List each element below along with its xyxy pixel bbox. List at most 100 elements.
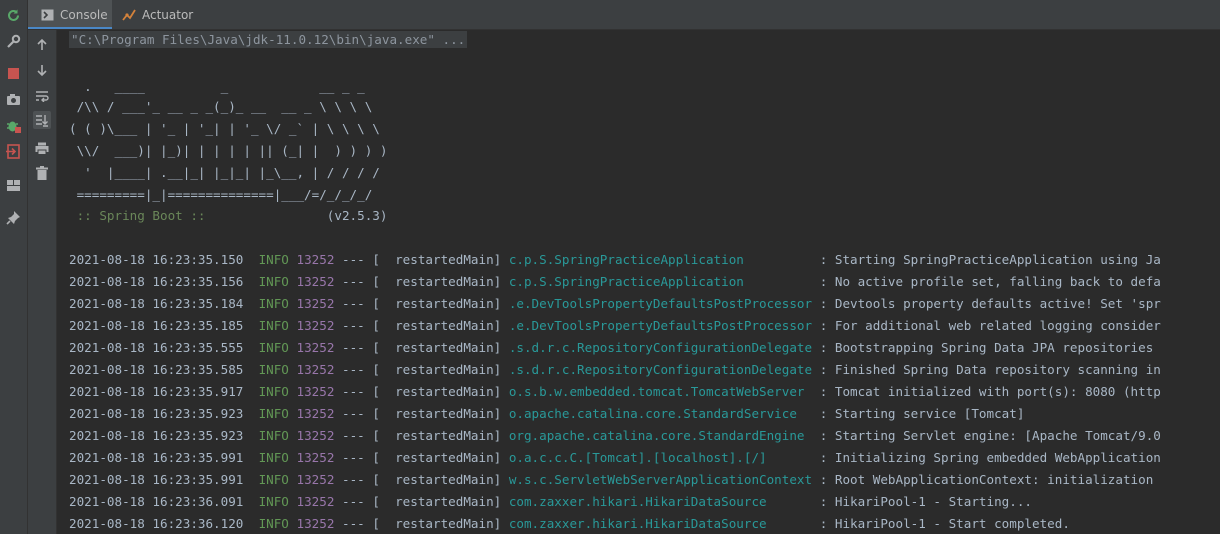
banner-line: ' |____| .__|_| |_|_| |_\__, | / / / / <box>69 165 380 180</box>
log-logger: com.zaxxer.hikari.HikariDataSource <box>508 494 813 509</box>
log-message: : Root WebApplicationContext: initializa… <box>812 472 1161 487</box>
log-level: INFO <box>258 318 289 333</box>
tool-window-tab-bar: Console Actuator <box>28 0 1220 30</box>
trash-icon[interactable] <box>33 164 51 182</box>
log-line: 2021-08-18 16:23:36.120 INFO 13252 --- [… <box>69 515 1070 533</box>
spring-boot-version: (v2.5.3) <box>213 208 388 223</box>
log-logger: c.p.S.SpringPracticeApplication <box>508 252 813 267</box>
log-logger: w.s.c.ServletWebServerApplicationContext <box>508 472 813 487</box>
banner-line: \\/ ___)| |_)| | | | | || (_| | ) ) ) ) <box>69 143 388 158</box>
scroll-to-end-icon[interactable] <box>33 111 51 129</box>
log-level: INFO <box>258 340 289 355</box>
log-pid: 13252 <box>296 472 335 487</box>
log-thread: --- [ restartedMain] <box>334 318 509 333</box>
log-thread: --- [ restartedMain] <box>334 450 509 465</box>
log-thread: --- [ restartedMain] <box>334 252 509 267</box>
camera-snapshot-icon[interactable] <box>5 91 22 108</box>
console-side-actions <box>28 30 57 534</box>
log-message: : Starting SpringPracticeApplication usi… <box>812 252 1161 267</box>
log-timestamp: 2021-08-18 16:23:35.585 <box>69 362 244 377</box>
debug-bug-icon[interactable] <box>5 117 22 134</box>
log-level: INFO <box>258 406 289 421</box>
log-thread: --- [ restartedMain] <box>334 406 509 421</box>
log-message: : Starting service [Tomcat] <box>812 406 1025 421</box>
log-message: : HikariPool-1 - Starting... <box>812 494 1032 509</box>
log-line: 2021-08-18 16:23:35.185 INFO 13252 --- [… <box>69 317 1161 335</box>
log-pid: 13252 <box>296 384 335 399</box>
log-thread: --- [ restartedMain] <box>334 274 509 289</box>
log-thread: --- [ restartedMain] <box>334 472 509 487</box>
tab-actuator-label: Actuator <box>142 7 194 22</box>
left-toolbar <box>0 0 28 534</box>
banner-line: ( ( )\___ | '_ | '_| | '_ \/ _` | \ \ \ … <box>69 121 380 136</box>
log-pid: 13252 <box>296 318 335 333</box>
log-timestamp: 2021-08-18 16:23:35.917 <box>69 384 244 399</box>
log-message: : For additional web related logging con… <box>812 318 1161 333</box>
tab-console-label: Console <box>60 7 108 22</box>
banner-line: . ____ _ __ _ _ <box>69 79 365 94</box>
soft-wrap-icon[interactable] <box>33 87 51 105</box>
log-line: 2021-08-18 16:23:35.917 INFO 13252 --- [… <box>69 383 1161 401</box>
log-pid: 13252 <box>296 516 335 531</box>
log-pid: 13252 <box>296 252 335 267</box>
settings-wrench-icon[interactable] <box>5 33 22 50</box>
log-line: 2021-08-18 16:23:36.091 INFO 13252 --- [… <box>69 493 1032 511</box>
spring-boot-version-line: :: Spring Boot :: (v2.5.3) <box>69 207 388 225</box>
log-timestamp: 2021-08-18 16:23:36.120 <box>69 516 244 531</box>
log-message: : Devtools property defaults active! Set… <box>812 296 1161 311</box>
log-level: INFO <box>258 384 289 399</box>
log-level: INFO <box>258 494 289 509</box>
log-line: 2021-08-18 16:23:35.585 INFO 13252 --- [… <box>69 361 1161 379</box>
log-logger: org.apache.catalina.core.StandardEngine <box>508 428 813 443</box>
log-line: 2021-08-18 16:23:35.923 INFO 13252 --- [… <box>69 427 1161 445</box>
log-timestamp: 2021-08-18 16:23:35.923 <box>69 406 244 421</box>
log-level: INFO <box>258 362 289 377</box>
log-line: 2021-08-18 16:23:35.991 INFO 13252 --- [… <box>69 449 1161 467</box>
log-thread: --- [ restartedMain] <box>334 384 509 399</box>
run-command-line: "C:\Program Files\Java\jdk-11.0.12\bin\j… <box>69 31 468 49</box>
console-icon <box>40 8 54 22</box>
log-thread: --- [ restartedMain] <box>334 428 509 443</box>
banner-line: =========|_|==============|___/=/_/_/_/ <box>69 187 373 202</box>
tab-console[interactable]: Console <box>28 0 112 29</box>
tab-actuator[interactable]: Actuator <box>122 0 202 29</box>
log-line: 2021-08-18 16:23:35.184 INFO 13252 --- [… <box>69 295 1161 313</box>
log-timestamp: 2021-08-18 16:23:35.991 <box>69 472 244 487</box>
log-thread: --- [ restartedMain] <box>334 296 509 311</box>
pin-icon[interactable] <box>5 209 22 226</box>
log-logger: o.s.b.w.embedded.tomcat.TomcatWebServer <box>508 384 813 399</box>
log-thread: --- [ restartedMain] <box>334 362 509 377</box>
log-logger: .s.d.r.c.RepositoryConfigurationDelegate <box>508 340 813 355</box>
log-logger: com.zaxxer.hikari.HikariDataSource <box>508 516 813 531</box>
log-timestamp: 2021-08-18 16:23:35.555 <box>69 340 244 355</box>
banner-line: /\\ / ___'_ __ _ _(_)_ __ __ _ \ \ \ \ <box>69 99 373 114</box>
log-message: : Tomcat initialized with port(s): 8080 … <box>812 384 1161 399</box>
rerun-icon[interactable] <box>5 7 22 24</box>
scroll-up-icon[interactable] <box>33 35 51 53</box>
log-pid: 13252 <box>296 428 335 443</box>
log-logger: .e.DevToolsPropertyDefaultsPostProcessor <box>508 296 813 311</box>
exit-icon[interactable] <box>5 143 22 160</box>
log-thread: --- [ restartedMain] <box>334 340 509 355</box>
layout-icon[interactable] <box>5 177 22 194</box>
log-timestamp: 2021-08-18 16:23:35.923 <box>69 428 244 443</box>
print-icon[interactable] <box>33 139 51 157</box>
log-message: : Bootstrapping Spring Data JPA reposito… <box>812 340 1161 355</box>
log-level: INFO <box>258 252 289 267</box>
actuator-icon <box>122 8 136 22</box>
log-level: INFO <box>258 472 289 487</box>
log-logger: .e.DevToolsPropertyDefaultsPostProcessor <box>508 318 813 333</box>
scroll-down-icon[interactable] <box>33 61 51 79</box>
log-timestamp: 2021-08-18 16:23:35.150 <box>69 252 244 267</box>
stop-icon[interactable] <box>5 65 22 82</box>
log-pid: 13252 <box>296 296 335 311</box>
log-line: 2021-08-18 16:23:35.156 INFO 13252 --- [… <box>69 273 1161 291</box>
log-message: : Finished Spring Data repository scanni… <box>812 362 1161 377</box>
log-thread: --- [ restartedMain] <box>334 516 509 531</box>
java-command: "C:\Program Files\Java\jdk-11.0.12\bin\j… <box>69 31 468 48</box>
spring-boot-label: :: Spring Boot :: <box>69 208 214 223</box>
log-pid: 13252 <box>296 450 335 465</box>
console-output[interactable]: "C:\Program Files\Java\jdk-11.0.12\bin\j… <box>57 30 1220 534</box>
log-timestamp: 2021-08-18 16:23:35.156 <box>69 274 244 289</box>
log-pid: 13252 <box>296 362 335 377</box>
